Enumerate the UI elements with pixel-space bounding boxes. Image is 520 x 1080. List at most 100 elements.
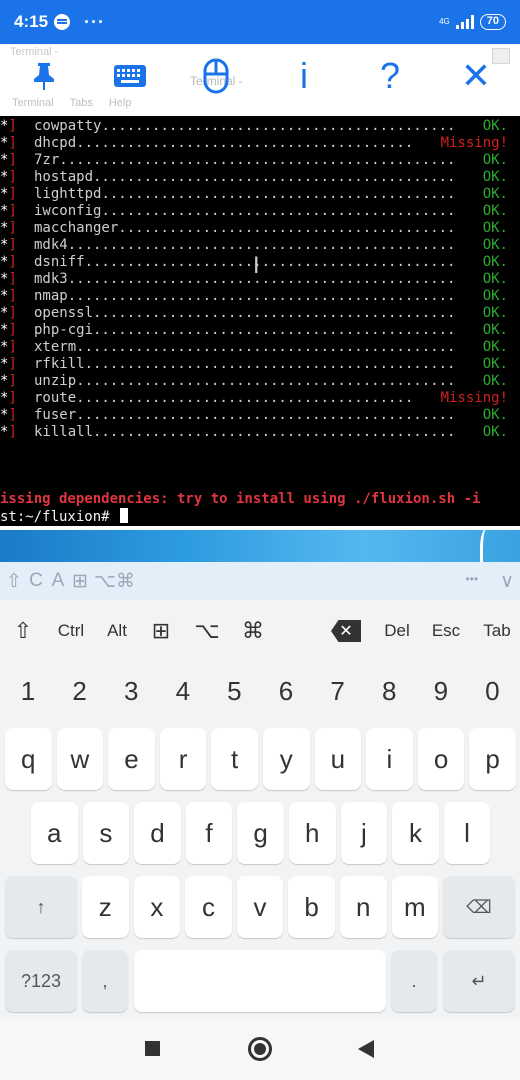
key-m[interactable]: m — [391, 876, 439, 938]
row-bracket-prefix: *] — [0, 407, 17, 423]
key-o[interactable]: o — [417, 728, 465, 790]
space-bar[interactable] — [134, 950, 386, 1012]
period-key[interactable]: . — [391, 950, 437, 1012]
backspace-icon: ✕ — [331, 620, 361, 642]
key-b[interactable]: b — [288, 876, 335, 938]
row-bracket-prefix: *] — [0, 305, 17, 321]
backspace-key[interactable]: ⌫ — [443, 876, 515, 938]
key-y[interactable]: y — [263, 728, 310, 790]
number-key-0[interactable]: 0 — [472, 676, 512, 707]
number-key-4[interactable]: 4 — [163, 676, 203, 707]
dependency-status: OK. — [482, 288, 508, 304]
key-q[interactable]: q — [5, 728, 52, 790]
number-key-7[interactable]: 7 — [318, 676, 358, 707]
close-icon[interactable]: ✕ — [456, 56, 496, 96]
dependency-name: route — [34, 390, 77, 406]
home-icon[interactable] — [248, 1037, 272, 1061]
key-j[interactable]: j — [340, 802, 388, 864]
dependency-name: cowpatty — [34, 118, 102, 134]
key-s[interactable]: s — [82, 802, 130, 864]
number-key-2[interactable]: 2 — [60, 676, 100, 707]
back-icon[interactable] — [358, 1040, 374, 1058]
key-p[interactable]: p — [469, 728, 516, 790]
terminal-output[interactable]: *] cowpatty..............................… — [0, 116, 520, 526]
info-icon[interactable]: i — [284, 56, 324, 96]
row-bracket-prefix: *] — [0, 390, 17, 406]
symbols-key[interactable]: ?123 — [5, 950, 77, 1012]
row-bracket-prefix: *] — [0, 203, 17, 219]
ctrl-icon[interactable]: C — [28, 570, 44, 592]
shift-key[interactable]: ⇧ — [8, 611, 38, 651]
number-key-9[interactable]: 9 — [421, 676, 461, 707]
option-icon[interactable]: ⌥ — [94, 570, 116, 593]
key-a[interactable]: a — [31, 802, 78, 864]
number-key-3[interactable]: 3 — [111, 676, 151, 707]
option-key[interactable]: ⌥ — [192, 611, 222, 651]
shift-lock-icon[interactable]: ⇧ — [6, 570, 22, 593]
alt-icon[interactable]: A — [50, 570, 66, 592]
dependency-row: *] killall...............................… — [0, 424, 520, 441]
ctrl-key[interactable]: Ctrl — [52, 611, 90, 651]
help-icon[interactable]: ? — [370, 56, 410, 96]
dependency-status: OK. — [482, 271, 508, 287]
row-bracket-close: ] — [8, 356, 17, 372]
key-c[interactable]: c — [185, 876, 232, 938]
shift-key-main[interactable]: ↑ — [5, 876, 77, 938]
number-key-5[interactable]: 5 — [214, 676, 254, 707]
suggest-right: ••• ∨ — [465, 570, 514, 593]
key-x[interactable]: x — [133, 876, 181, 938]
key-w[interactable]: w — [56, 728, 104, 790]
dependency-name: hostapd — [34, 169, 94, 185]
mouse-icon[interactable] — [196, 56, 236, 96]
wallpaper-arc — [480, 528, 494, 562]
del-key[interactable]: Del — [380, 611, 414, 651]
keyboard-icon[interactable] — [110, 56, 150, 96]
comma-key[interactable]: , — [82, 950, 128, 1012]
key-n[interactable]: n — [340, 876, 387, 938]
ghost-menu-help: Help — [108, 97, 132, 109]
dependency-status: OK. — [482, 373, 508, 389]
dependency-name: openssl — [34, 305, 94, 321]
row-bracket-prefix: *] — [0, 339, 17, 355]
number-key-1[interactable]: 1 — [8, 676, 48, 707]
esc-key[interactable]: Esc — [428, 611, 464, 651]
more-options-icon[interactable]: ••• — [465, 570, 478, 593]
recents-icon[interactable] — [145, 1041, 160, 1056]
windows-icon[interactable]: ⊞ — [72, 570, 88, 593]
key-t[interactable]: t — [211, 728, 258, 790]
key-d[interactable]: d — [134, 802, 181, 864]
windows-key[interactable]: ⊞ — [146, 611, 176, 651]
key-g[interactable]: g — [237, 802, 284, 864]
tab-key[interactable]: Tab — [480, 611, 514, 651]
key-i[interactable]: i — [366, 728, 413, 790]
key-v[interactable]: v — [236, 876, 284, 938]
dependency-status: OK. — [482, 203, 508, 219]
key-l[interactable]: l — [443, 802, 491, 864]
enter-key[interactable]: ↵ — [443, 950, 515, 1012]
key-h[interactable]: h — [289, 802, 336, 864]
delete-back-key[interactable]: ✕ — [328, 611, 364, 651]
shell-prompt[interactable]: st:~/fluxion# — [0, 508, 129, 525]
alt-key[interactable]: Alt — [102, 611, 132, 651]
number-key-6[interactable]: 6 — [266, 676, 306, 707]
dot-leader: ........................................… — [101, 203, 456, 219]
dependency-name: lighttpd — [34, 186, 102, 202]
collapse-keyboard-icon[interactable]: ∨ — [500, 570, 514, 593]
command-icon[interactable]: ⌘ — [116, 570, 135, 593]
wallpaper-strip — [0, 526, 520, 562]
row-bracket-prefix: *] — [0, 254, 17, 270]
key-u[interactable]: u — [314, 728, 362, 790]
dependency-status: OK. — [482, 220, 508, 236]
number-key-8[interactable]: 8 — [369, 676, 409, 707]
key-f[interactable]: f — [185, 802, 233, 864]
pin-icon[interactable] — [24, 56, 64, 96]
key-e[interactable]: e — [108, 728, 155, 790]
key-z[interactable]: z — [82, 876, 129, 938]
dependency-name: nmap — [34, 288, 68, 304]
dependency-status: OK. — [482, 322, 508, 338]
dependency-row: *] lighttpd..............................… — [0, 186, 520, 203]
key-k[interactable]: k — [392, 802, 439, 864]
key-r[interactable]: r — [159, 728, 207, 790]
command-key[interactable]: ⌘ — [238, 611, 268, 651]
row-bracket-close: ] — [8, 288, 17, 304]
